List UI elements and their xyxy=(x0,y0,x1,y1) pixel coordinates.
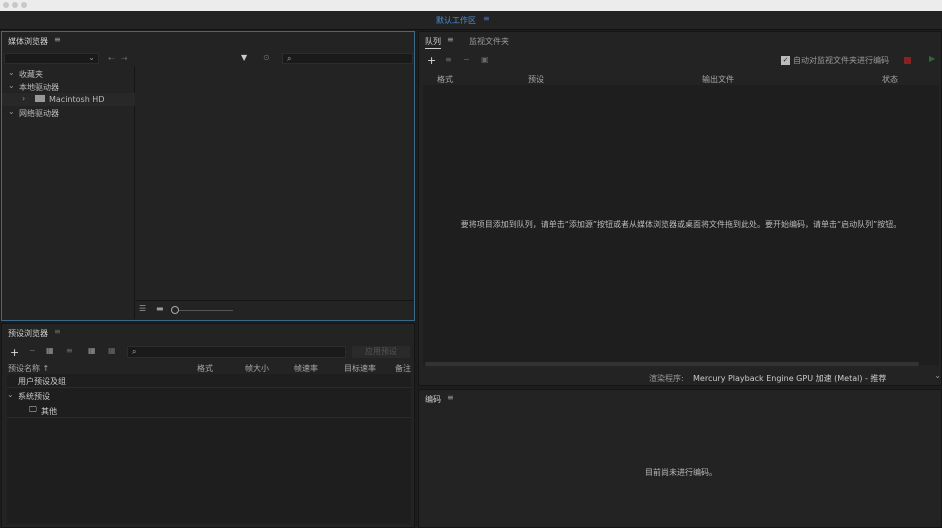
workspace-menu-icon[interactable]: ≡ xyxy=(483,14,490,23)
add-source-icon[interactable]: + xyxy=(427,54,436,67)
column-status[interactable]: 状态 xyxy=(882,74,898,85)
preset-search-input[interactable]: ⌕ xyxy=(127,346,346,358)
auto-encode-checkbox[interactable]: ✓ 自动对监视文件夹进行编码 xyxy=(781,55,889,66)
view-icon[interactable]: ⊙ xyxy=(263,53,270,62)
title-bar xyxy=(0,0,942,11)
list-item[interactable]: 用户预设及组 xyxy=(7,374,411,388)
queue-list[interactable]: 要将项目添加到队列，请单击“添加源”按钮或者从媒体浏览器或桌面将文件拖到此处。要… xyxy=(423,85,939,366)
renderer-value: Mercury Playback Engine GPU 加速 (Metal) -… xyxy=(693,374,887,383)
list-item[interactable]: ⌄ 系统预设 xyxy=(7,389,411,403)
column-frame-rate[interactable]: 帧速率 xyxy=(294,363,318,374)
chevron-down-icon[interactable]: ⌄ xyxy=(8,81,15,90)
tree-item[interactable]: ⌄ 收藏夹 xyxy=(2,67,135,80)
filter-icon[interactable]: ▼ xyxy=(241,53,247,62)
panel-menu-icon[interactable]: ≡ xyxy=(54,327,61,336)
minimize-window-button[interactable] xyxy=(12,2,18,8)
remove-preset-icon[interactable]: − xyxy=(29,346,36,355)
column-output-file[interactable]: 输出文件 xyxy=(702,74,734,85)
tab-watch-folders[interactable]: 监视文件夹 xyxy=(469,36,509,47)
sort-asc-icon: ↑ xyxy=(42,364,50,373)
renderer-label: 渲染程序: xyxy=(649,374,684,383)
tree-item-label: 收藏夹 xyxy=(19,70,43,79)
zoom-window-button[interactable] xyxy=(21,2,27,8)
column-frame-size[interactable]: 帧大小 xyxy=(245,363,269,374)
list-item-label: 系统预设 xyxy=(18,392,50,401)
queue-settings-icon[interactable]: ≡ xyxy=(445,55,452,64)
back-icon[interactable]: ⇠ xyxy=(108,54,115,63)
panel-menu-icon[interactable]: ≡ xyxy=(54,35,61,44)
chevron-down-icon: ⌄ xyxy=(934,371,941,380)
search-input[interactable]: ⌕ xyxy=(282,53,413,64)
stop-queue-icon[interactable] xyxy=(904,57,911,64)
chevron-down-icon[interactable]: ⌄ xyxy=(8,68,15,77)
column-label: 预设名称 xyxy=(8,364,40,373)
checkbox-checked-icon: ✓ xyxy=(781,56,790,65)
queue-panel: 队列 ≡ 监视文件夹 + ≡ − ▣ ✓ 自动对监视文件夹进行编码 ▶ 格式 预… xyxy=(418,31,942,386)
tree-item[interactable]: › Macintosh HD xyxy=(2,93,135,106)
encoding-panel: 编码 ≡ 目前尚未进行编码。 xyxy=(418,389,942,528)
encoding-empty-message: 目前尚未进行编码。 xyxy=(645,468,717,477)
workspace-tab-default[interactable]: 默认工作区 xyxy=(436,15,476,26)
drive-icon xyxy=(35,95,45,102)
location-dropdown[interactable]: ⌄ xyxy=(4,53,99,64)
list-view-icon[interactable]: ☰ xyxy=(139,304,146,313)
import-preset-icon[interactable]: ▦ xyxy=(88,346,96,355)
tree-item[interactable]: ⌄ 本地驱动器 xyxy=(2,80,135,93)
list-item-label: 其他 xyxy=(41,407,57,416)
new-group-icon[interactable]: ▦ xyxy=(46,346,54,355)
panel-title: 媒体浏览器 xyxy=(8,37,48,46)
tree-item-label: Macintosh HD xyxy=(49,95,105,104)
icon-view-icon[interactable]: ▬ xyxy=(156,304,164,313)
export-preset-icon[interactable]: ▦ xyxy=(108,346,116,355)
column-format[interactable]: 格式 xyxy=(197,363,213,374)
chevron-down-icon[interactable]: ⌄ xyxy=(8,107,15,116)
remove-icon[interactable]: − xyxy=(463,55,470,64)
column-format[interactable]: 格式 xyxy=(437,74,453,85)
start-queue-icon[interactable]: ▶ xyxy=(929,54,935,63)
duplicate-icon[interactable]: ▣ xyxy=(481,55,489,64)
preset-settings-icon[interactable]: ≡ xyxy=(66,346,73,355)
tab-queue[interactable]: 队列 xyxy=(425,36,441,49)
column-target-rate[interactable]: 目标速率 xyxy=(344,363,376,374)
apply-preset-button[interactable]: 应用预设 xyxy=(352,346,410,358)
chevron-down-icon: ⌄ xyxy=(7,390,14,399)
close-window-button[interactable] xyxy=(3,2,9,8)
chevron-right-icon[interactable]: › xyxy=(22,94,25,103)
add-preset-icon[interactable]: + xyxy=(10,346,19,359)
forward-icon[interactable]: ⇢ xyxy=(121,54,128,63)
checkbox-label: 自动对监视文件夹进行编码 xyxy=(793,56,889,65)
search-icon: ⌕ xyxy=(287,54,292,63)
search-icon: ⌕ xyxy=(132,347,137,356)
list-item[interactable]: 🖵 其他 xyxy=(7,404,411,418)
tree-item-label: 网络驱动器 xyxy=(19,109,59,118)
browser-footer: ☰ ▬ xyxy=(136,300,414,320)
column-preset-name[interactable]: 预设名称 ↑ xyxy=(8,363,49,374)
horizontal-scrollbar[interactable] xyxy=(425,362,919,366)
tree-item[interactable]: ⌄ 网络驱动器 xyxy=(2,106,135,119)
renderer-dropdown[interactable]: Mercury Playback Engine GPU 加速 (Metal) -… xyxy=(691,371,942,383)
panel-menu-icon[interactable]: ≡ xyxy=(447,393,454,402)
media-browser-panel: 媒体浏览器 ≡ ⌄ ⇠ ⇢ ▼ ⊙ ⌕ ⌄ 收藏夹 ⌄ 本地驱动器 › Macintosh… xyxy=(1,31,415,321)
column-comment[interactable]: 备注 xyxy=(395,363,411,374)
queue-empty-message: 要将项目添加到队列，请单击“添加源”按钮或者从媒体浏览器或桌面将文件拖到此处。要… xyxy=(460,220,902,229)
zoom-slider[interactable] xyxy=(179,310,233,311)
location-tree: ⌄ 收藏夹 ⌄ 本地驱动器 › Macintosh HD ⌄ 网络驱动器 xyxy=(2,67,135,319)
monitor-icon: 🖵 xyxy=(29,405,37,414)
workspace-bar: 默认工作区 ≡ xyxy=(0,11,942,30)
panel-title: 预设浏览器 xyxy=(8,329,48,338)
panel-menu-icon[interactable]: ≡ xyxy=(447,35,454,44)
column-preset[interactable]: 预设 xyxy=(528,74,544,85)
list-item-label: 用户预设及组 xyxy=(18,377,66,386)
zoom-slider-handle[interactable] xyxy=(171,306,179,314)
tree-item-label: 本地驱动器 xyxy=(19,83,59,92)
chevron-down-icon: ⌄ xyxy=(88,53,95,62)
panel-title: 编码 xyxy=(425,395,441,404)
preset-list: 用户预设及组 ⌄ 系统预设 🖵 其他 xyxy=(7,374,411,524)
preset-browser-panel: 预设浏览器 ≡ + − ▦ ≡ ▦ ▦ ⌕ 应用预设 预设名称 ↑ 格式 帧大小… xyxy=(1,323,415,528)
